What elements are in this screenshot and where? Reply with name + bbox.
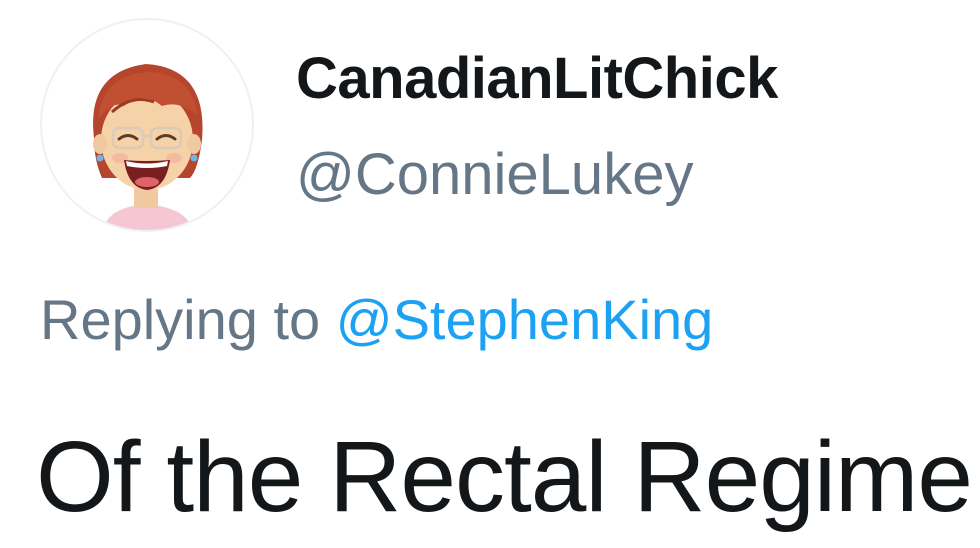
- author-handle[interactable]: @ConnieLukey: [296, 138, 778, 212]
- bitmoji-laughing-avatar-icon: [93, 64, 203, 230]
- mention-link[interactable]: @StephenKing: [336, 288, 714, 351]
- tweet-text: Of the Rectal Regime.: [36, 421, 980, 533]
- author-display-name[interactable]: CanadianLitChick: [296, 42, 778, 116]
- author-meta: CanadianLitChick @ConnieLukey: [296, 42, 778, 212]
- tweet-card: CanadianLitChick @ConnieLukey Replying t…: [0, 0, 980, 548]
- replying-to-label: Replying to: [40, 288, 321, 351]
- replying-to: Replying to @StephenKing: [40, 284, 713, 356]
- avatar[interactable]: [40, 18, 254, 232]
